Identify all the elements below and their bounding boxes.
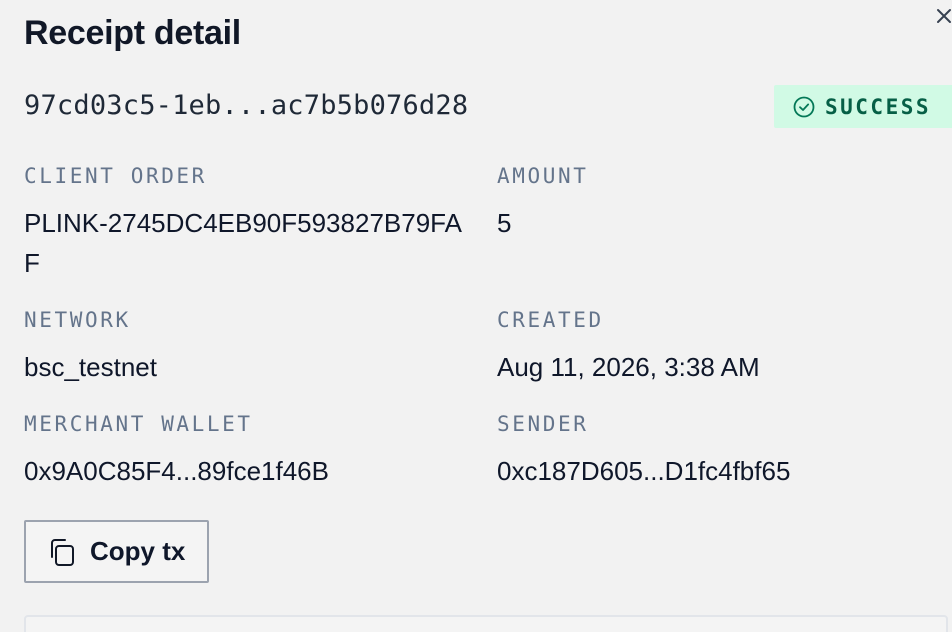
sender-label: SENDER [497, 412, 589, 436]
copy-icon [51, 538, 74, 566]
close-icon [937, 9, 951, 23]
status-label: SUCCESS [825, 94, 932, 119]
client-order-value: PLINK-2745DC4EB90F593827B79FAF [24, 208, 462, 278]
network-label: NETWORK [24, 308, 131, 332]
created-value: Aug 11, 2026, 3:38 AM [497, 352, 760, 382]
field-merchant-wallet: MERCHANT WALLET 0x9A0C85F4...89fce1f46B [24, 411, 474, 491]
field-amount: AMOUNT 5 [497, 163, 947, 243]
check-circle-icon [793, 96, 815, 117]
field-network: NETWORK bsc_testnet [24, 307, 474, 387]
sender-value: 0xc187D605...D1fc4fbf65 [497, 456, 791, 486]
amount-label: AMOUNT [497, 164, 589, 188]
copy-tx-button[interactable]: Copy tx [24, 520, 209, 583]
client-order-label: CLIENT ORDER [24, 164, 207, 188]
created-label: CREATED [497, 308, 604, 332]
network-value: bsc_testnet [24, 352, 157, 382]
field-sender: SENDER 0xc187D605...D1fc4fbf65 [497, 411, 947, 491]
field-client-order: CLIENT ORDER PLINK-2745DC4EB90F593827B79… [24, 163, 474, 283]
amount-value: 5 [497, 208, 512, 238]
details-section [24, 615, 948, 632]
copy-tx-label: Copy tx [90, 536, 186, 566]
close-button[interactable] [932, 4, 952, 28]
field-created: CREATED Aug 11, 2026, 3:38 AM [497, 307, 947, 387]
status-badge: SUCCESS [774, 85, 952, 128]
receipt-detail-panel: Receipt detail 97cd03c5-1eb...ac7b5b076d… [0, 0, 952, 632]
transaction-id: 97cd03c5-1eb...ac7b5b076d28 [24, 90, 469, 121]
merchant-wallet-value: 0x9A0C85F4...89fce1f46B [24, 456, 329, 486]
panel-title: Receipt detail [24, 14, 241, 52]
merchant-wallet-label: MERCHANT WALLET [24, 412, 253, 436]
